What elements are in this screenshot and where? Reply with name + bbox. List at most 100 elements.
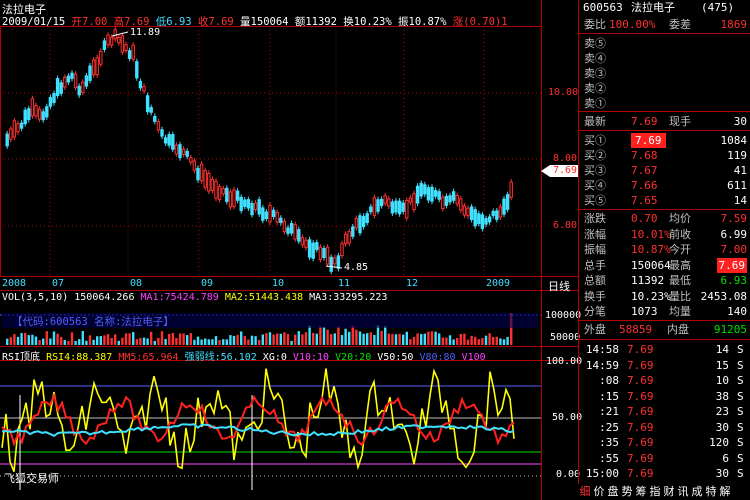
tab-0[interactable]: 细	[578, 484, 592, 500]
candle	[149, 107, 153, 113]
volume-bar	[355, 329, 358, 345]
volume-bar	[153, 340, 156, 345]
candle	[63, 76, 67, 88]
volume-bar	[420, 334, 423, 345]
stat-row-1-label: 涨幅	[584, 227, 606, 241]
candle	[261, 207, 265, 221]
volume-bar	[27, 335, 30, 345]
tick-volume: 120	[709, 436, 729, 449]
candle	[315, 242, 319, 251]
high-marker-label: 11.89	[130, 27, 161, 38]
candle	[372, 197, 377, 216]
volume-bar	[106, 334, 110, 345]
volume-bar	[430, 331, 434, 345]
candle	[34, 105, 38, 117]
tick-row: 14:58 7.69 14 S	[579, 343, 750, 357]
candle	[171, 134, 175, 150]
tick-flag: S	[737, 358, 744, 372]
candle	[174, 144, 179, 155]
tick-price: 7.69	[627, 451, 654, 465]
tick-flag: S	[737, 405, 744, 418]
sell-level-4: 卖④	[579, 51, 750, 66]
volume-bar	[344, 328, 347, 345]
volume-bar	[265, 333, 268, 345]
candle	[318, 246, 323, 260]
tab-5[interactable]: 指	[648, 484, 662, 500]
volume-bar	[42, 338, 45, 345]
buy-level-1: 买① 7.69 1084	[579, 133, 750, 148]
candle	[55, 78, 60, 97]
tick-row: :15 7.69 38 S	[579, 390, 750, 404]
stat-row-6-label2: 均量	[669, 305, 691, 318]
volume-bar	[186, 335, 189, 345]
candle	[423, 184, 427, 195]
candle	[160, 129, 164, 137]
tab-6[interactable]: 财	[662, 484, 676, 500]
tab-3[interactable]: 势	[620, 484, 634, 500]
tab-9[interactable]: 特	[704, 484, 718, 500]
volume-bar	[474, 336, 477, 345]
stat-row-4-label: 总额	[584, 274, 606, 287]
candle	[117, 37, 121, 44]
kline-chart[interactable]	[0, 0, 578, 500]
volume-bar	[466, 339, 470, 345]
volume-bar	[445, 337, 448, 345]
price-axis-label-8: 8.00	[553, 153, 578, 164]
stat-row-5: 换手 10.23% 量比 2453.08	[579, 289, 750, 304]
volume-bar	[297, 331, 300, 345]
volume-bar	[376, 325, 380, 345]
volume-bar	[250, 335, 254, 345]
candle	[37, 108, 42, 120]
candle	[505, 194, 510, 210]
stat-row-1-value: 10.01%	[631, 227, 671, 241]
buy-level-2-label: 买②	[584, 149, 606, 162]
tab-2[interactable]: 盘	[606, 484, 620, 500]
rsi-axis-100: 100.00	[546, 356, 583, 367]
volume-bar	[495, 336, 498, 345]
volume-bar	[189, 333, 192, 345]
volume-bar	[81, 331, 84, 345]
tick-volume: 38	[715, 389, 729, 403]
volume-bar	[308, 325, 311, 345]
volume-bar	[362, 333, 365, 345]
candle	[466, 207, 470, 217]
volume-bar	[38, 340, 41, 345]
candle	[30, 98, 35, 117]
volume-bar	[232, 335, 236, 345]
candle	[487, 216, 492, 223]
candle	[23, 109, 27, 125]
volume-bar	[326, 329, 329, 345]
volume-bar	[286, 333, 290, 345]
candle	[124, 44, 128, 51]
volume-bar	[67, 340, 70, 345]
volume-bar	[394, 334, 398, 345]
period-tab-daily[interactable]: 日线	[548, 278, 570, 294]
stat-row-3: 总手 150064 最高 7.69	[579, 257, 750, 273]
tick-row: :25 7.69 30 S	[579, 421, 750, 435]
candle	[138, 80, 143, 89]
candle	[311, 242, 315, 259]
candle	[286, 227, 290, 234]
candle	[279, 217, 283, 224]
candle	[214, 180, 218, 199]
candle	[408, 197, 413, 203]
candle	[390, 201, 395, 214]
x-label-08: 08	[130, 278, 143, 289]
volume-bar	[6, 338, 9, 345]
volume-bar	[168, 333, 171, 345]
volume-bar	[171, 332, 174, 345]
tab-4[interactable]: 筹	[634, 484, 648, 500]
volume-bar	[492, 336, 495, 345]
volume-bar	[49, 338, 52, 345]
tab-8[interactable]: 成	[690, 484, 704, 500]
volume-bar	[322, 326, 326, 345]
stat-row-2-value: 10.87%	[631, 243, 671, 256]
tick-volume: 23	[715, 405, 729, 418]
tab-1[interactable]: 价	[592, 484, 606, 500]
stat-row-1-label2: 前收	[669, 227, 691, 241]
tab-10[interactable]: 解	[718, 484, 732, 500]
volume-bar	[211, 339, 214, 345]
candle	[120, 35, 125, 53]
candle	[477, 213, 481, 225]
tab-7[interactable]: 讯	[676, 484, 690, 500]
